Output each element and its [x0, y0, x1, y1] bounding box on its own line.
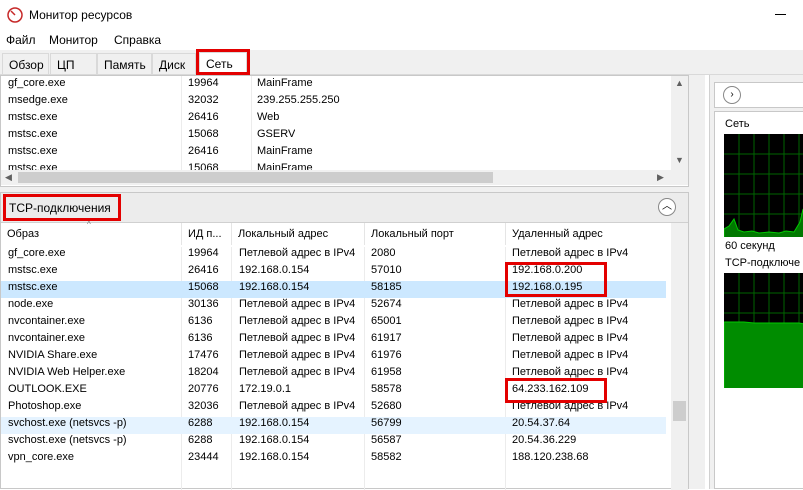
- tcp-graph: [724, 273, 803, 388]
- tcp-scroll-thumb[interactable]: [673, 401, 686, 421]
- table-row[interactable]: msedge.exe 32032 239.255.255.250: [1, 94, 666, 111]
- views-header: ›: [714, 82, 803, 108]
- network-graph-plot: [724, 134, 803, 237]
- table-row[interactable]: svchost.exe (netsvcs -p) 6288 192.168.0.…: [1, 434, 666, 451]
- table-row[interactable]: node.exe 30136 Петлевой адрес в IPv4 526…: [1, 298, 666, 315]
- tcp-section-header[interactable]: TCP-подключения ︿: [1, 193, 688, 223]
- table-row-selected[interactable]: mstsc.exe 15068 192.168.0.154 58185 192.…: [1, 281, 666, 298]
- table-row[interactable]: Photoshop.exe 32036 Петлевой адрес в IPv…: [1, 400, 666, 417]
- network-activity-panel: gf_core.exe 19964 MainFrame msedge.exe 3…: [0, 75, 689, 187]
- scroll-down-icon[interactable]: ▼: [675, 156, 684, 165]
- table-row[interactable]: vpn_core.exe 23444 192.168.0.154 58582 1…: [1, 451, 666, 468]
- table-row[interactable]: gf_core.exe 19964 MainFrame: [1, 77, 666, 94]
- table-row[interactable]: NVIDIA Share.exe 17476 Петлевой адрес в …: [1, 349, 666, 366]
- scroll-up-icon[interactable]: ▲: [675, 79, 684, 88]
- tcp-section-title: TCP-подключения: [9, 201, 111, 215]
- table-row[interactable]: gf_core.exe 19964 Петлевой адрес в IPv4 …: [1, 247, 666, 264]
- tab-disk[interactable]: Диск: [152, 53, 196, 74]
- minimize-button[interactable]: [775, 14, 786, 15]
- tcp-rows-container: gf_core.exe 19964 Петлевой адрес в IPv4 …: [1, 247, 671, 490]
- tab-bar: Обзор ЦП Память Диск Сеть: [0, 50, 803, 75]
- tab-network[interactable]: Сеть: [199, 52, 247, 75]
- table-row[interactable]: NVIDIA Web Helper.exe 18204 Петлевой адр…: [1, 366, 666, 383]
- tab-memory[interactable]: Память: [97, 53, 152, 74]
- column-header-local-port[interactable]: Локальный порт: [365, 223, 506, 245]
- tcp-connections-panel: TCP-подключения ︿ Образ ^ ИД п... Локаль…: [0, 192, 689, 490]
- table-row[interactable]: mstsc.exe 15068 MainFrame: [1, 162, 666, 170]
- tab-overview[interactable]: Обзор: [2, 53, 49, 74]
- graph-side-panel: › Сеть 60 секунд TCP-подключе: [709, 75, 803, 489]
- column-header-image[interactable]: Образ ^: [1, 220, 182, 245]
- tcp-vertical-scrollbar[interactable]: [671, 223, 688, 490]
- graphs-area: Сеть 60 секунд TCP-подключе: [714, 111, 803, 489]
- tcp-graph-label: TCP-подключе: [725, 257, 801, 269]
- tcp-graph-plot: [724, 273, 803, 388]
- time-span-label: 60 секунд: [725, 240, 775, 252]
- column-header-remote-address[interactable]: Удаленный адрес: [506, 223, 671, 245]
- vertical-scrollbar[interactable]: ▲ ▼: [671, 76, 688, 170]
- table-row-hover[interactable]: svchost.exe (netsvcs -p) 6288 192.168.0.…: [1, 417, 666, 434]
- table-row[interactable]: nvcontainer.exe 6136 Петлевой адрес в IP…: [1, 315, 666, 332]
- title-bar: Монитор ресурсов: [0, 0, 803, 30]
- tab-cpu[interactable]: ЦП: [50, 53, 97, 74]
- resource-monitor-icon: [7, 7, 23, 23]
- column-header-pid[interactable]: ИД п...: [182, 223, 232, 245]
- scroll-left-icon[interactable]: ◀: [5, 173, 12, 182]
- scroll-right-icon[interactable]: ▶: [657, 173, 664, 182]
- table-row[interactable]: mstsc.exe 26416 MainFrame: [1, 145, 666, 162]
- network-graph-label: Сеть: [725, 118, 750, 130]
- menu-file[interactable]: Файл: [6, 33, 36, 47]
- sort-ascending-icon: ^: [87, 220, 91, 229]
- menu-bar: Файл Монитор Справка: [0, 30, 803, 50]
- table-row[interactable]: mstsc.exe 15068 GSERV: [1, 128, 666, 145]
- network-graph: [724, 134, 803, 237]
- scroll-thumb[interactable]: [18, 172, 493, 183]
- table-row[interactable]: mstsc.exe 26416 192.168.0.154 57010 192.…: [1, 264, 666, 281]
- left-pane: gf_core.exe 19964 MainFrame msedge.exe 3…: [0, 75, 705, 490]
- expand-chevron-right-icon[interactable]: ›: [723, 86, 741, 104]
- collapse-chevron-up-icon[interactable]: ︿: [658, 198, 676, 216]
- menu-monitor[interactable]: Монитор: [49, 33, 98, 47]
- table-row[interactable]: OUTLOOK.EXE 20776 172.19.0.1 58578 64.23…: [1, 383, 666, 400]
- table-row[interactable]: mstsc.exe 26416 Web: [1, 111, 666, 128]
- menu-help[interactable]: Справка: [114, 33, 161, 47]
- table-row[interactable]: nvcontainer.exe 6136 Петлевой адрес в IP…: [1, 332, 666, 349]
- horizontal-scrollbar[interactable]: ◀ ▶: [1, 170, 688, 185]
- column-header-local-address[interactable]: Локальный адрес: [232, 223, 365, 245]
- window-title: Монитор ресурсов: [29, 8, 133, 22]
